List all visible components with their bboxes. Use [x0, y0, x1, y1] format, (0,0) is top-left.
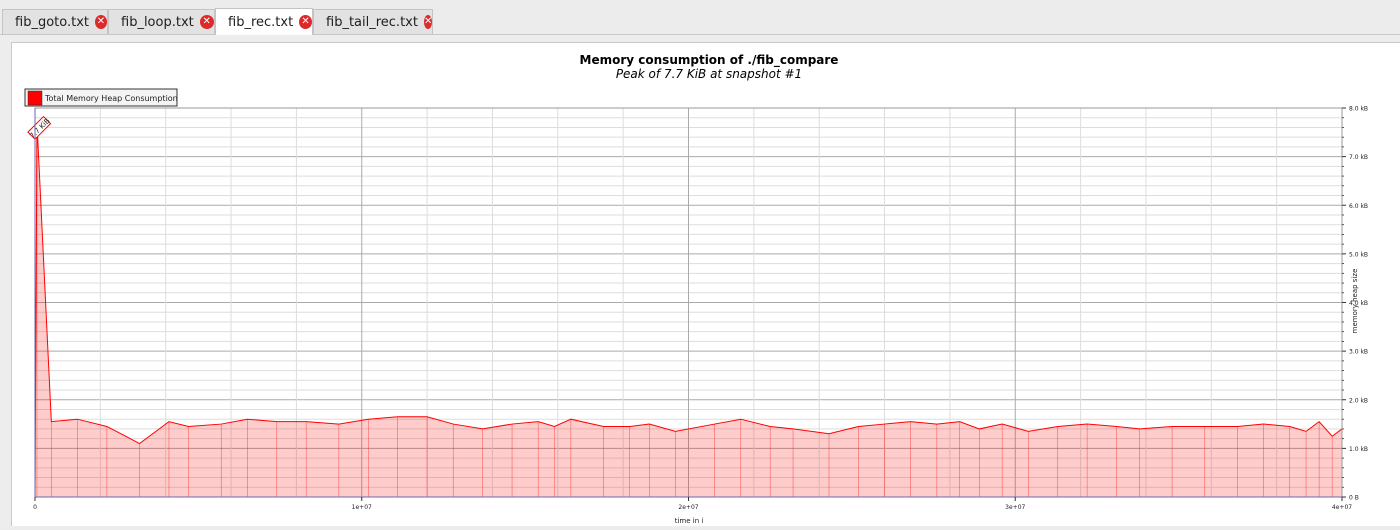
series-area: 7.7 KiB — [27, 115, 1343, 498]
y-tick-label: 2.0 kB — [1349, 397, 1368, 404]
close-icon[interactable]: ✕ — [95, 15, 107, 29]
tab-fib-goto[interactable]: fib_goto.txt ✕ — [2, 9, 108, 34]
y-axis-label: memory heap size — [1351, 269, 1359, 334]
tab-label: fib_goto.txt — [15, 14, 89, 30]
legend-swatch — [27, 90, 43, 106]
y-tick-label: 6.0 kB — [1349, 203, 1368, 210]
legend-label: Total Memory Heap Consumption — [44, 94, 178, 103]
y-tick-label: 0 B — [1349, 495, 1359, 502]
tab-label: fib_rec.txt — [228, 14, 294, 30]
close-icon[interactable]: ✕ — [299, 15, 312, 29]
tab-bar: fib_goto.txt ✕ fib_loop.txt ✕ fib_rec.tx… — [0, 0, 1400, 35]
tab-label: fib_tail_rec.txt — [326, 14, 418, 30]
legend: Total Memory Heap Consumption — [24, 88, 178, 107]
tab-fib-loop[interactable]: fib_loop.txt ✕ — [108, 9, 215, 34]
memory-chart: 7.7 KiB 0 B1.0 kB2.0 kB3.0 kB4.0 kB5.0 k… — [24, 53, 1368, 525]
tab-fib-rec[interactable]: fib_rec.txt ✕ — [215, 8, 313, 35]
tab-label: fib_loop.txt — [121, 14, 194, 30]
y-tick-label: 7.0 kB — [1349, 154, 1368, 161]
close-icon[interactable]: ✕ — [199, 15, 214, 29]
y-tick-label: 8.0 kB — [1349, 106, 1368, 113]
chart-panel: 7.7 KiB 0 B 1.0 kB 2.0 kB 3.0 kB 4.0 kB 5.0 k… — [11, 42, 1400, 526]
close-icon[interactable]: ✕ — [423, 15, 433, 29]
x-tick-label: 3e+07 — [1005, 504, 1025, 511]
x-tick-label: 0 — [33, 504, 37, 511]
x-axis-label: time in i — [675, 517, 704, 525]
y-tick-label: 5.0 kB — [1349, 251, 1368, 258]
chart-subtitle: Peak of 7.7 KiB at snapshot #1 — [616, 67, 802, 81]
y-tick-label: 3.0 kB — [1349, 349, 1368, 356]
chart-title: Memory consumption of ./fib_compare — [580, 53, 839, 68]
x-tick-label: 1e+07 — [352, 504, 372, 511]
x-tick-label: 4e+07 — [1332, 504, 1352, 511]
x-tick-label: 2e+07 — [678, 504, 698, 511]
y-tick-label: 1.0 kB — [1349, 446, 1368, 453]
tab-fib-tail-rec[interactable]: fib_tail_rec.txt ✕ — [313, 9, 433, 34]
